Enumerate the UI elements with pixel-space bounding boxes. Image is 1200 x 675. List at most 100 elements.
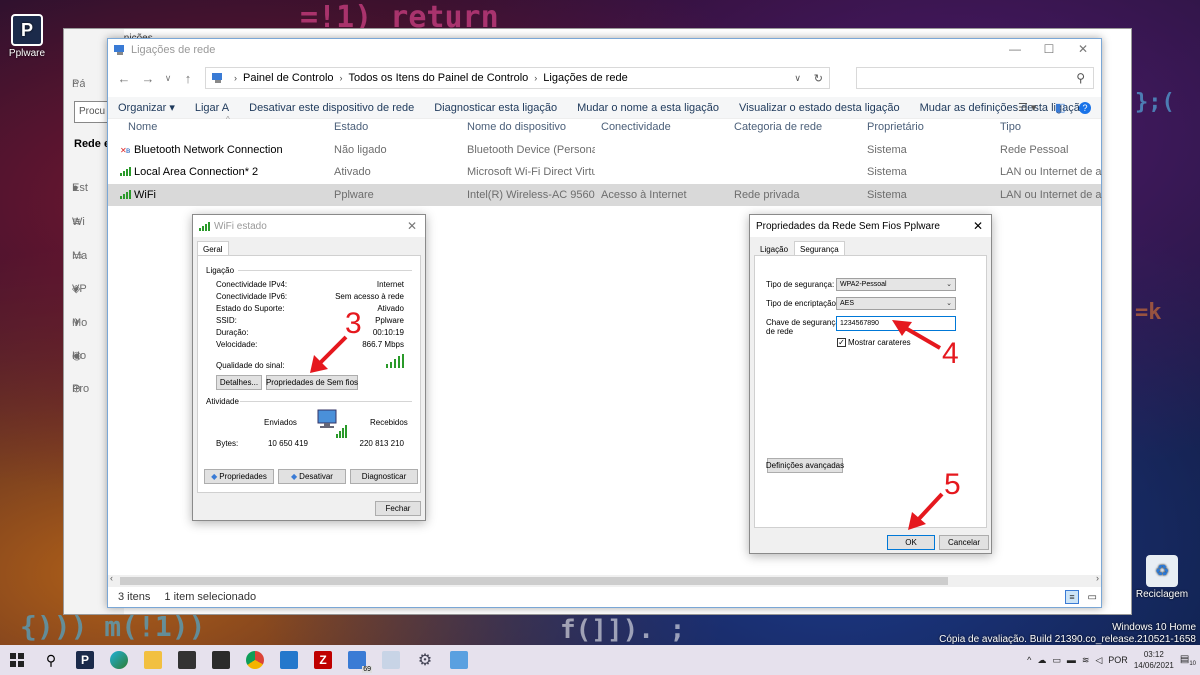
system-tray: ^ ☁ ▭ ▬ ≋ ◁ POR 03:12 14/06/2021 ▤10 xyxy=(1027,645,1196,675)
refresh-icon[interactable]: ↻ xyxy=(814,72,823,85)
close-button[interactable]: Fechar xyxy=(375,501,421,516)
row-owner: Sistema xyxy=(867,189,907,201)
minimize-button[interactable]: — xyxy=(998,42,1032,56)
notification-icon[interactable]: ▤10 xyxy=(1180,654,1196,667)
taskbar-app-paint[interactable] xyxy=(374,645,408,675)
taskbar-app-filezilla[interactable]: Z xyxy=(306,645,340,675)
taskbar-app-control-panel[interactable] xyxy=(442,645,476,675)
wifi-icon[interactable]: ≋ xyxy=(1082,655,1090,666)
view-status-button[interactable]: Visualizar o estado desta ligação xyxy=(729,102,910,114)
scroll-left-icon[interactable]: ‹ xyxy=(110,573,113,583)
desktop-icon-label: Pplware xyxy=(8,48,46,59)
wireless-properties-button[interactable]: Propriedades de Sem fios xyxy=(266,375,358,390)
up-arrow-icon[interactable]: ↑ xyxy=(176,71,200,86)
volume-icon[interactable]: ◁ xyxy=(1095,655,1102,666)
ok-button[interactable]: OK xyxy=(887,535,935,550)
taskbar-app-chrome[interactable] xyxy=(238,645,272,675)
close-button[interactable]: ✕ xyxy=(1066,42,1100,56)
show-characters-checkbox[interactable]: ✓ xyxy=(837,338,846,347)
back-arrow-icon[interactable]: ← xyxy=(112,71,136,86)
store-icon xyxy=(178,651,196,669)
desktop-icon-pplware[interactable]: P Pplware xyxy=(0,14,54,59)
cancel-button[interactable]: Cancelar xyxy=(939,535,989,550)
field-value: Sem acesso à rede xyxy=(335,292,404,301)
dialog-titlebar: WiFi estado ✕ xyxy=(193,215,425,237)
search-icon: ⚲ xyxy=(1076,71,1085,85)
clock[interactable]: 03:12 14/06/2021 xyxy=(1134,649,1174,671)
column-header-name[interactable]: Nome xyxy=(128,121,157,133)
chevron-down-icon: ⌄ xyxy=(946,300,952,307)
sort-ascending-icon: ^ xyxy=(226,115,230,124)
security-key-label-2: de rede xyxy=(766,327,794,336)
search-input[interactable]: ⚲ xyxy=(856,67,1094,89)
rename-button[interactable]: Mudar o nome a esta ligação xyxy=(567,102,729,114)
address-bar[interactable]: › Painel de Controlo › Todos os Itens do… xyxy=(205,67,830,89)
taskbar-app-outlook[interactable]: 69 xyxy=(340,645,374,675)
taskbar-search[interactable]: ⚲ xyxy=(34,645,68,675)
encryption-type-label: Tipo de encriptação: xyxy=(766,299,839,308)
security-type-label: Tipo de segurança: xyxy=(766,280,835,289)
taskbar-app-explorer[interactable] xyxy=(136,645,170,675)
battery-icon[interactable]: ▬ xyxy=(1067,655,1076,665)
column-header-category[interactable]: Categoria de rede xyxy=(734,121,822,133)
diagnose-button[interactable]: Diagnosticar esta ligação xyxy=(424,102,567,114)
taskbar-app-store[interactable] xyxy=(170,645,204,675)
network-icon[interactable]: ▭ xyxy=(1052,655,1061,666)
disable-button[interactable]: ◆ Desativar xyxy=(278,469,346,484)
taskbar-app-settings[interactable]: ⚙ xyxy=(408,645,442,675)
properties-button[interactable]: ◆ Propriedades xyxy=(204,469,274,484)
table-row[interactable]: Local Area Connection* 2 Ativado Microso… xyxy=(108,161,1102,183)
change-settings-button[interactable]: Mudar as definições desta ligação xyxy=(910,102,1096,114)
field-value: Ativado xyxy=(377,304,404,313)
address-dropdown-icon[interactable]: ∨ xyxy=(794,73,801,84)
preview-pane-icon[interactable]: ◧ xyxy=(1055,101,1065,114)
table-row-selected[interactable]: WiFi Pplware Intel(R) Wireless-AC 9560 1… xyxy=(108,184,1102,206)
taskbar-app-vscode[interactable] xyxy=(272,645,306,675)
advanced-settings-button[interactable]: Definições avançadas xyxy=(766,458,844,473)
taskbar-app-terminal[interactable] xyxy=(204,645,238,675)
help-icon[interactable]: ? xyxy=(1079,101,1091,114)
tiles-view-icon[interactable]: ▭ xyxy=(1088,592,1097,603)
details-view-icon[interactable]: ≡ xyxy=(1065,590,1079,604)
disable-device-button[interactable]: Desativar este dispositivo de rede xyxy=(239,102,424,114)
start-button[interactable] xyxy=(0,645,34,675)
organize-button[interactable]: Organizar ▾ xyxy=(108,101,185,114)
horizontal-scrollbar[interactable]: ‹ › xyxy=(108,573,1101,587)
desktop-icon-recycle-bin[interactable]: ♻ Reciclagem xyxy=(1134,555,1190,600)
taskbar-app-pplware[interactable]: P xyxy=(68,645,102,675)
chevron-up-icon[interactable]: ^ xyxy=(1027,655,1031,665)
gear-icon: ⚙ xyxy=(417,652,433,669)
encryption-type-select[interactable]: AES ⌄ xyxy=(836,297,956,310)
row-owner: Sistema xyxy=(867,144,907,156)
scroll-right-icon[interactable]: › xyxy=(1096,573,1099,583)
signal-strength-icon xyxy=(386,354,404,368)
breadcrumb-item[interactable]: Painel de Controlo xyxy=(243,72,334,84)
connect-to-button[interactable]: Ligar A xyxy=(185,102,239,114)
maximize-button[interactable]: ☐ xyxy=(1032,42,1066,56)
close-icon[interactable]: ✕ xyxy=(407,219,417,233)
breadcrumb-item[interactable]: Ligações de rede xyxy=(543,72,627,84)
column-header-owner[interactable]: Proprietário xyxy=(867,121,924,133)
close-icon[interactable]: ✕ xyxy=(973,219,983,233)
column-header-connectivity[interactable]: Conectividade xyxy=(601,121,671,133)
tab-strip: Ligação Segurança xyxy=(750,237,991,257)
status-selected-count: 1 item selecionado xyxy=(164,591,257,603)
column-header-type[interactable]: Tipo xyxy=(1000,121,1021,133)
wallpaper-code: =k xyxy=(1135,300,1162,325)
taskbar-app-edge[interactable] xyxy=(102,645,136,675)
column-header-device[interactable]: Nome do dispositivo xyxy=(467,121,566,133)
chevron-down-icon: ⌄ xyxy=(946,281,952,288)
breadcrumb-item[interactable]: Todos os Itens do Painel de Controlo xyxy=(349,72,529,84)
details-button[interactable]: Detalhes... xyxy=(216,375,262,390)
column-header-state[interactable]: Estado xyxy=(334,121,368,133)
watermark-edition: Windows 10 Home xyxy=(1112,622,1196,633)
cloud-icon[interactable]: ☁ xyxy=(1037,655,1046,666)
language-indicator[interactable]: POR xyxy=(1108,655,1128,665)
security-type-select[interactable]: WPA2-Pessoal ⌄ xyxy=(836,278,956,291)
step-5-label: 5 xyxy=(944,468,961,501)
scrollbar-thumb[interactable] xyxy=(120,577,948,585)
row-device: Bluetooth Device (Personal Area... xyxy=(467,144,595,156)
view-options-icon[interactable]: ☰ ▾ xyxy=(1018,101,1036,114)
diagnose-button[interactable]: Diagnosticar xyxy=(350,469,418,484)
table-row[interactable]: ✕ ʙ Bluetooth Network Connection Não liga… xyxy=(108,139,1101,161)
